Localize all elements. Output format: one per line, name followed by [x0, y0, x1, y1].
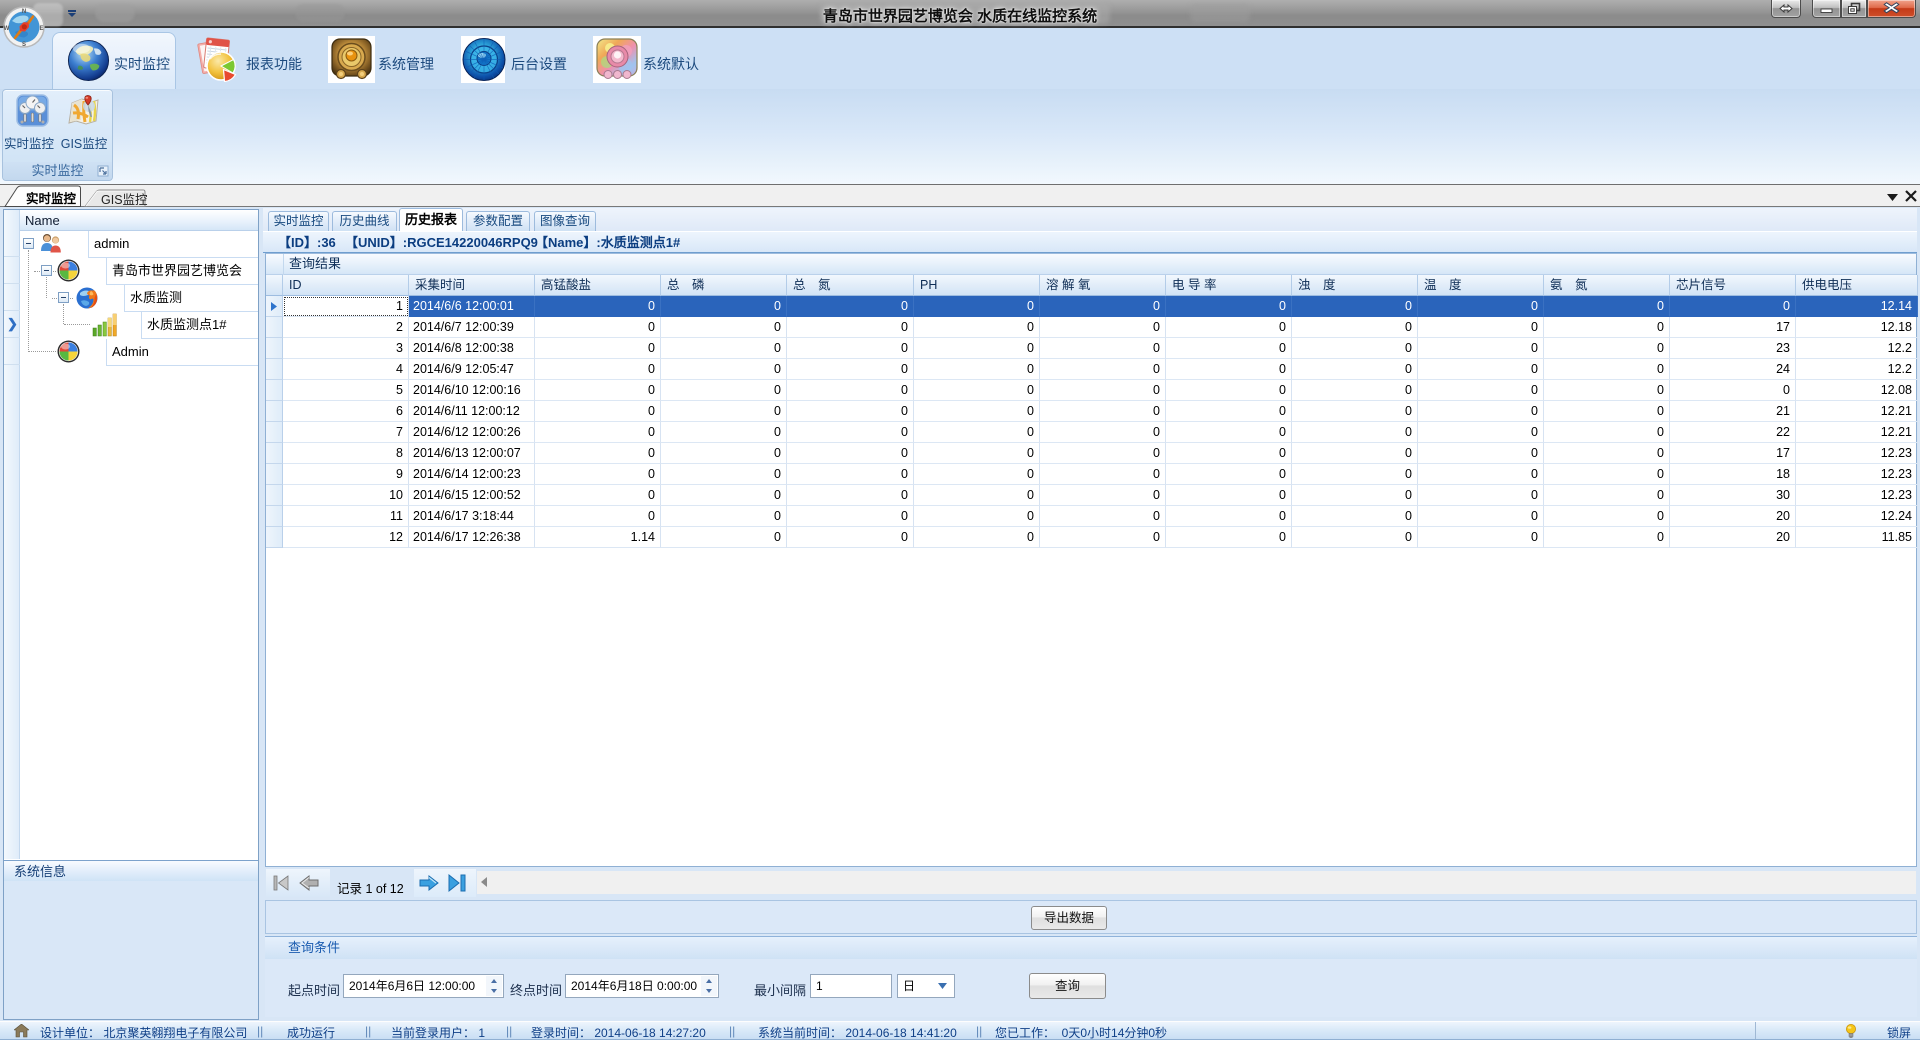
svg-text:N: N [22, 9, 26, 15]
svg-text:E: E [39, 26, 43, 32]
svg-text:W: W [4, 26, 10, 32]
svg-text:S: S [22, 42, 26, 48]
